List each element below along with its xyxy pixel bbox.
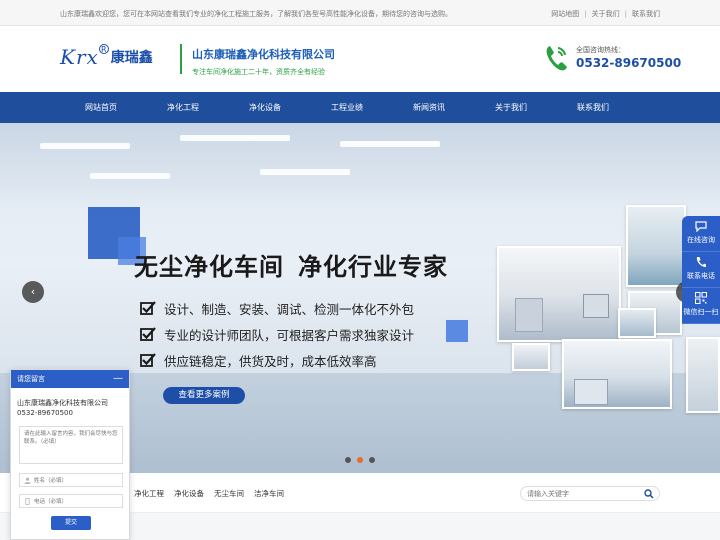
message-form-header: 请您留言 — — [11, 370, 129, 388]
keyword-link[interactable]: 洁净车间 — [254, 489, 284, 498]
message-content-input[interactable] — [19, 426, 123, 464]
cleanroom-photo — [497, 246, 621, 342]
user-icon — [24, 477, 31, 484]
ceiling-light — [180, 135, 290, 141]
search-input[interactable] — [527, 489, 637, 499]
banner-bullet: 设计、制造、安装、调试、检测一体化不外包 — [140, 295, 414, 321]
nav-item-about[interactable]: 关于我们 — [470, 92, 552, 123]
name-field — [19, 473, 123, 487]
banner-dot[interactable] — [357, 457, 363, 463]
phone-input[interactable] — [34, 497, 120, 506]
top-bar: 山东康瑞鑫欢迎您，您可在本网站查看我们专业的净化工程施工服务，了解我们各型号高性… — [0, 0, 720, 26]
nav-item-equipment[interactable]: 净化设备 — [224, 92, 306, 123]
search-box — [520, 486, 660, 501]
site-header: Krx R 康瑞鑫 山东康瑞鑫净化科技有限公司 专注车间净化施工二十年，资质齐全… — [0, 26, 720, 92]
hot-keywords: 净化工程 净化设备 无尘车间 洁净车间 — [134, 488, 294, 499]
banner-headline: 无尘净化车间 净化行业专家 — [134, 247, 448, 282]
company-block: 山东康瑞鑫净化科技有限公司 专注车间净化施工二十年，资质齐全有经验 — [192, 46, 335, 77]
hotline-number[interactable]: 0532-89670500 — [576, 56, 681, 70]
chat-icon — [695, 221, 707, 232]
cleanroom-photo — [686, 337, 720, 413]
float-label: 微信扫一扫 — [683, 308, 719, 316]
nav-item-home[interactable]: 网站首页 — [60, 92, 142, 123]
float-online-consult[interactable]: 在线咨询 — [682, 216, 720, 252]
logo-latin: Krx — [60, 45, 99, 69]
message-form-title: 请您留言 — [17, 375, 45, 383]
view-more-cases-button[interactable]: 查看更多案例 — [163, 387, 245, 404]
message-form-popup: 请您留言 — 山东康瑞鑫净化科技有限公司0532-89670500 提交 — [10, 369, 130, 540]
headline-part-a: 无尘净化车间 — [134, 253, 284, 281]
company-name: 山东康瑞鑫净化科技有限公司 — [192, 48, 335, 61]
banner-dot[interactable] — [369, 457, 375, 463]
cleanroom-photo — [512, 343, 550, 371]
bullet-text: 专业的设计师团队，可根据客户需求独家设计 — [164, 327, 415, 343]
banner-ceiling — [0, 123, 720, 213]
nav-item-projects[interactable]: 工程业绩 — [306, 92, 388, 123]
hotline-label: 全国咨询热线： — [576, 46, 625, 54]
logo-cn: 康瑞鑫 — [110, 50, 153, 66]
message-form-company: 山东康瑞鑫净化科技有限公司0532-89670500 — [17, 399, 108, 417]
top-link-about[interactable]: 关于我们 — [592, 10, 620, 18]
headline-part-b: 净化行业专家 — [298, 253, 448, 281]
decor-square — [446, 320, 468, 342]
float-phone[interactable]: 联系电话 — [682, 252, 720, 288]
banner-bullets: 设计、制造、安装、调试、检测一体化不外包 专业的设计师团队，可根据客户需求独家设… — [140, 295, 414, 373]
main-nav: 网站首页 净化工程 净化设备 工程业绩 新闻资讯 关于我们 联系我们 — [0, 92, 720, 123]
qrcode-icon — [695, 292, 707, 304]
phone-icon — [696, 257, 706, 267]
registered-mark: R — [98, 44, 109, 54]
keyword-link[interactable]: 无尘车间 — [214, 489, 244, 498]
separator: | — [584, 10, 587, 18]
floating-contact-bar: 在线咨询 联系电话 微信扫一扫 — [682, 216, 720, 324]
cleanroom-photo — [626, 205, 686, 287]
nav-item-engineering[interactable]: 净化工程 — [142, 92, 224, 123]
top-link-sitemap[interactable]: 网站地图 — [551, 10, 579, 18]
keyword-link[interactable]: 净化设备 — [174, 489, 204, 498]
nav-item-news[interactable]: 新闻资讯 — [388, 92, 470, 123]
checkbox-icon — [140, 301, 156, 315]
banner-prev-button[interactable]: ‹ — [22, 281, 44, 303]
banner-dot[interactable] — [345, 457, 351, 463]
bullet-text: 供应链稳定，供货及时，成本低效率高 — [164, 353, 377, 369]
banner-bullet: 专业的设计师团队，可根据客户需求独家设计 — [140, 321, 414, 347]
ceiling-light — [90, 173, 170, 179]
nav-item-contact[interactable]: 联系我们 — [552, 92, 634, 123]
phone-field — [19, 494, 123, 508]
top-links: 网站地图 | 关于我们 | 联系我们 — [551, 9, 660, 19]
phone-icon — [25, 498, 30, 505]
bullet-text: 设计、制造、安装、调试、检测一体化不外包 — [164, 301, 415, 317]
keyword-link[interactable]: 净化工程 — [134, 489, 164, 498]
site-logo[interactable]: Krx R 康瑞鑫 — [60, 44, 153, 70]
minimize-button[interactable]: — — [113, 370, 123, 388]
separator: | — [624, 10, 627, 18]
cleanroom-photo — [618, 308, 656, 338]
ceiling-light — [40, 143, 130, 149]
welcome-text: 山东康瑞鑫欢迎您，您可在本网站查看我们专业的净化工程施工服务，了解我们各型号高性… — [60, 10, 452, 18]
float-label: 联系电话 — [687, 272, 715, 280]
top-link-contact[interactable]: 联系我们 — [632, 10, 660, 18]
checkbox-icon — [140, 353, 156, 367]
search-icon[interactable] — [644, 489, 654, 499]
submit-button[interactable]: 提交 — [51, 516, 91, 530]
ceiling-light — [340, 141, 440, 147]
phone-icon — [546, 46, 567, 71]
float-label: 在线咨询 — [687, 236, 715, 244]
cleanroom-photo — [562, 339, 672, 409]
ceiling-light — [260, 169, 350, 175]
banner-pagination — [345, 457, 381, 463]
header-divider — [180, 44, 182, 74]
name-input[interactable] — [34, 476, 120, 485]
banner-bullet: 供应链稳定，供货及时，成本低效率高 — [140, 347, 414, 373]
company-slogan: 专注车间净化施工二十年，资质齐全有经验 — [192, 68, 325, 76]
float-wechat-scan[interactable]: 微信扫一扫 — [682, 288, 720, 324]
checkbox-icon — [140, 327, 156, 341]
